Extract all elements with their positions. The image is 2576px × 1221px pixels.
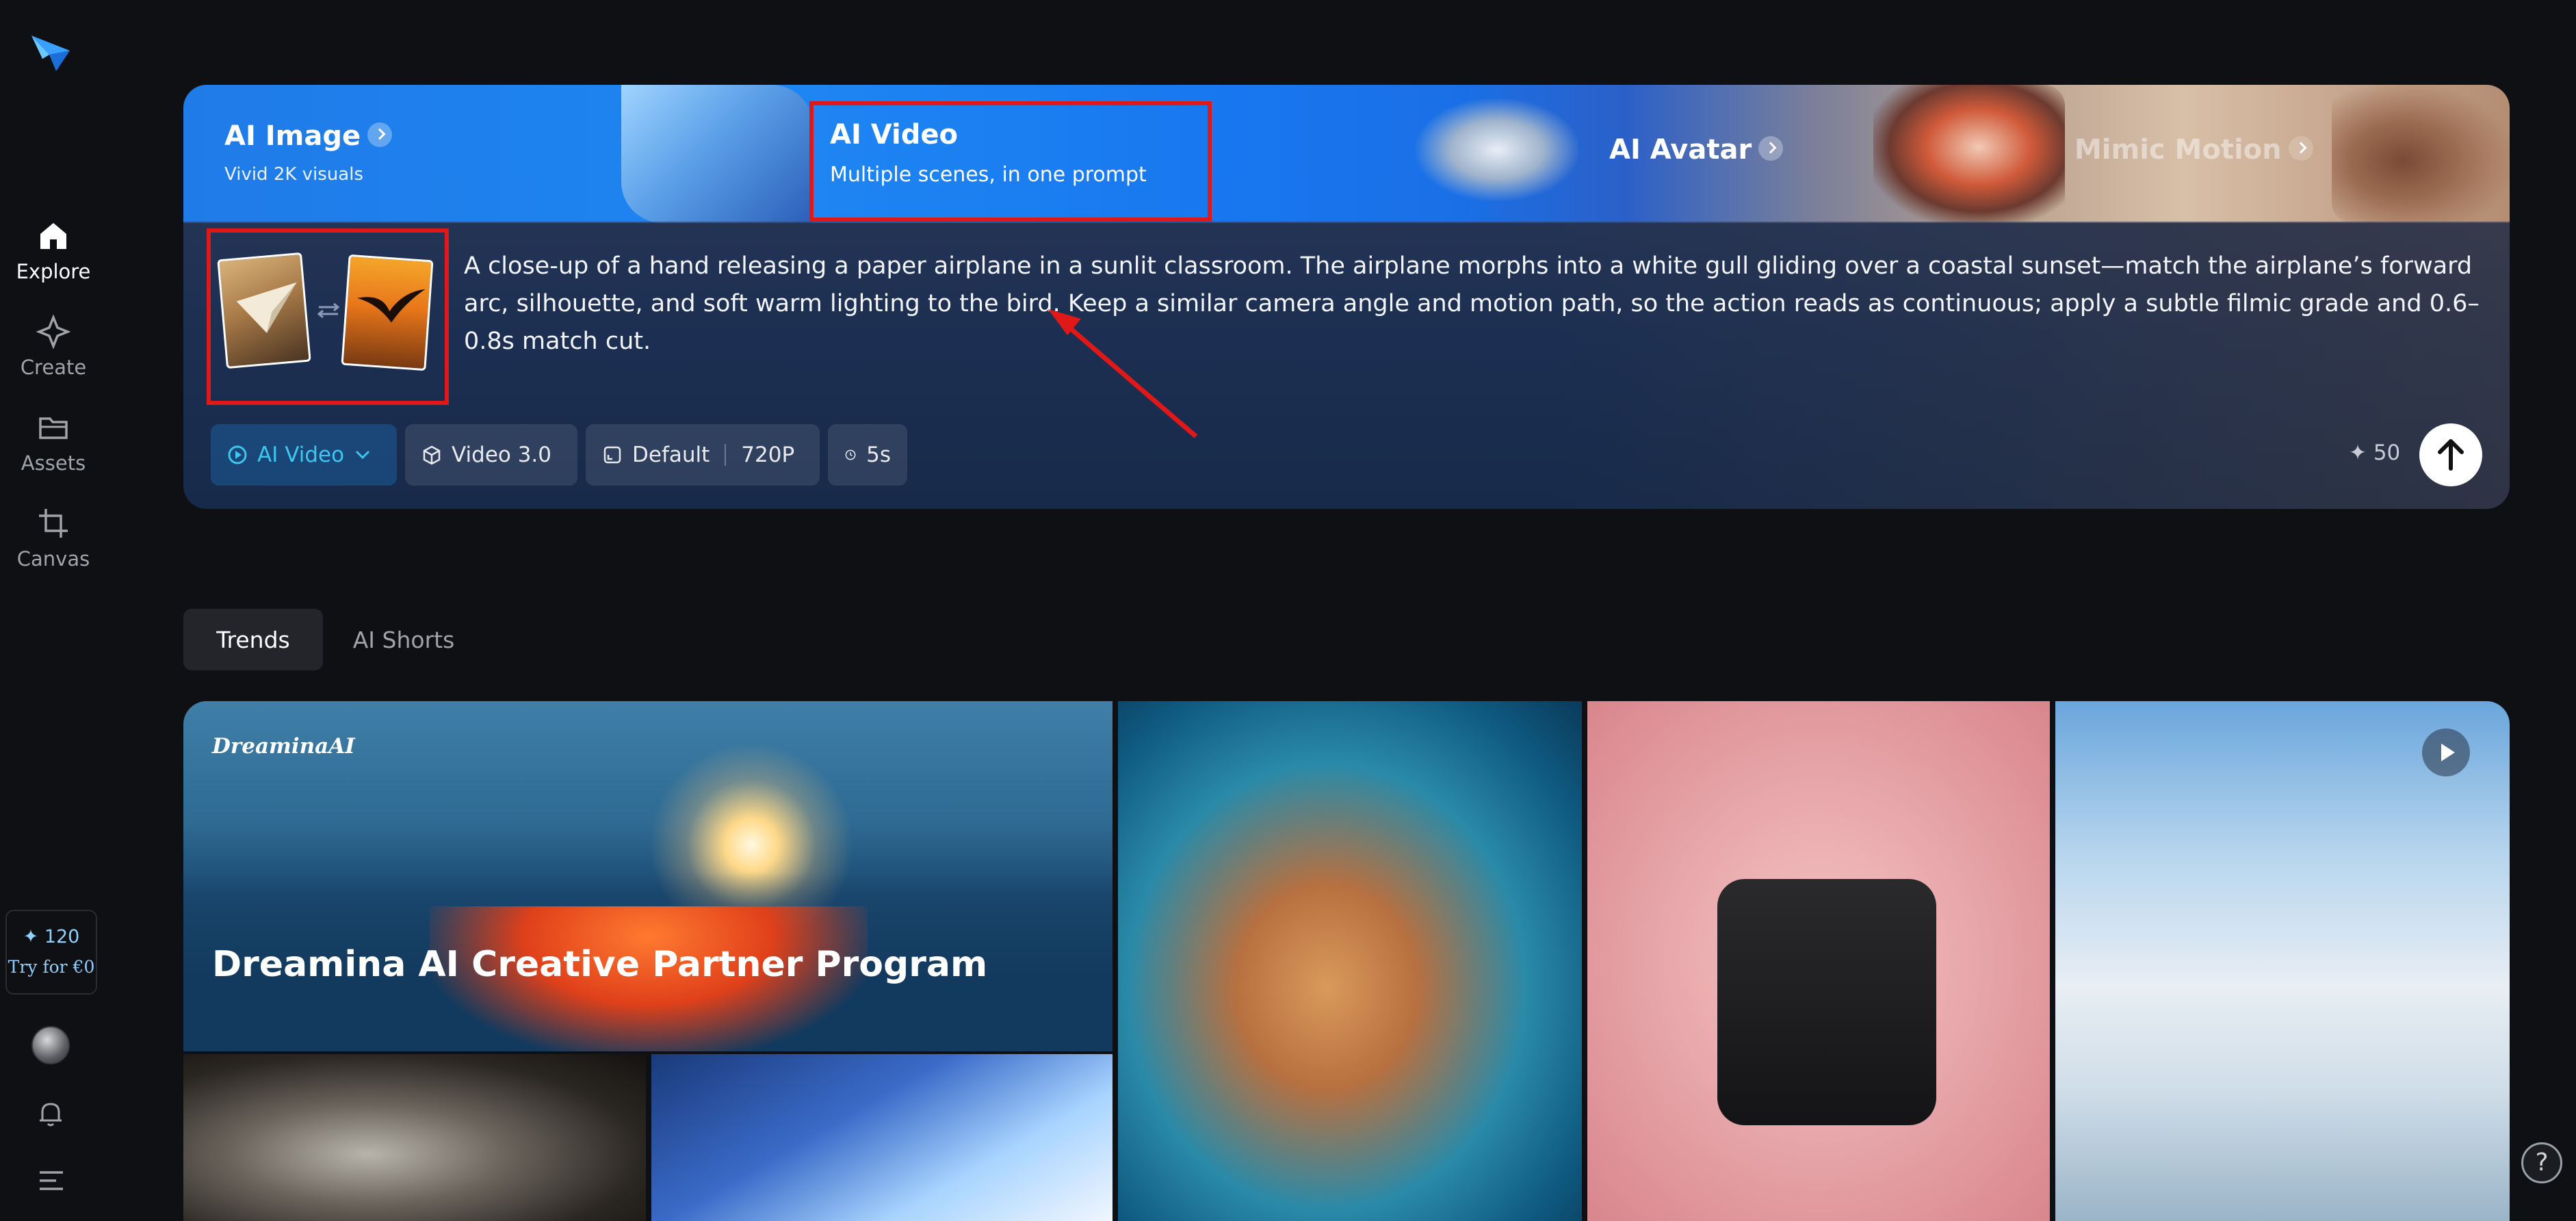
gallery-item-polar-bear[interactable] [651,1054,1113,1221]
duration-label: 5s [866,443,891,467]
try-free-link[interactable]: Try for €0 [7,957,96,977]
mimic-motion-image [2332,85,2510,223]
tab-title: Mimic Motion [2074,134,2282,166]
resolution-label: 720P [741,443,795,467]
video-mode-icon [228,445,247,464]
tab-subtitle: Vivid 2K visuals [224,164,364,185]
avatar-character-image [1873,85,2065,223]
cube-icon [423,445,441,465]
chevron-right-icon [2288,136,2313,161]
gallery-item-statue[interactable] [183,1054,646,1221]
highlight-box-ai-video-tab [809,101,1212,222]
ratio-label: Default [632,443,710,467]
chevron-right-icon [367,122,393,147]
generate-button[interactable] [2419,423,2482,486]
mode-select-label: AI Video [257,443,345,467]
sidebar-item-label: Assets [21,451,86,475]
aspect-ratio-icon [603,446,621,464]
brand-logo-text: DreaminaAI [212,734,355,759]
duration-select[interactable]: 5s [828,424,907,486]
gallery-item-underwater-island[interactable] [1118,701,1582,1221]
sidebar-item-label: Explore [16,260,91,283]
sidebar-item-canvas[interactable]: Canvas [0,506,107,570]
tab-ai-shorts[interactable]: AI Shorts [334,609,473,670]
sidebar-item-label: Canvas [16,547,90,570]
menu-icon[interactable] [36,1167,67,1194]
chevron-right-icon [1758,136,1784,161]
sidebar-item-label: Create [20,356,87,379]
chevron-down-icon [356,450,370,460]
dreamina-logo[interactable] [29,31,73,75]
gallery-item-paraglider[interactable] [2055,701,2510,1221]
prompt-text[interactable]: A close-up of a hand releasing a paper a… [464,248,2482,360]
mode-select[interactable]: AI Video [211,424,397,486]
promo-banner[interactable]: DreaminaAI Dreamina AI Creative Partner … [183,701,1113,1051]
tab-ai-image[interactable]: AI Image Vivid 2K visuals [224,120,393,185]
trends-gallery: DreaminaAI Dreamina AI Creative Partner … [183,701,2510,1221]
home-icon [40,223,66,249]
arrow-up-icon [2438,439,2464,471]
sidebar: Explore Create Assets Canvas ✦ 120 Try f… [0,0,107,1221]
model-select-label: Video 3.0 [452,443,552,467]
sidebar-item-assets[interactable]: Assets [0,410,107,475]
folder-icon [39,417,68,439]
clock-icon [845,449,856,460]
credits-amount: ✦ 120 [23,926,80,947]
play-button[interactable] [2422,728,2470,776]
help-button[interactable]: ? [2521,1142,2562,1183]
model-select[interactable]: Video 3.0 [405,424,577,486]
crop-icon [39,509,68,538]
play-icon [2441,744,2455,761]
avatar[interactable] [31,1026,70,1064]
highlight-box-reference-images [207,228,449,405]
ratio-resolution-select[interactable]: Default 720P [586,424,820,486]
sparkle-icon [36,315,70,349]
whale-card-image [621,85,813,223]
jet-image [1415,99,1579,201]
gallery-item-protein-jar[interactable] [1587,701,2050,1221]
jar-image [1717,879,1936,1125]
tab-trends[interactable]: Trends [183,609,323,670]
tab-title: AI Avatar [1609,134,1752,166]
credit-cost: ✦ 50 [2349,441,2401,465]
divider [725,444,727,466]
credits-box[interactable]: ✦ 120 Try for €0 [5,910,97,995]
sidebar-item-explore[interactable]: Explore [0,219,107,283]
tab-mimic-motion[interactable]: Mimic Motion [2074,134,2313,166]
hero-panel: AI Image Vivid 2K visuals AI Video Multi… [183,85,2510,509]
bell-icon[interactable] [34,1097,67,1130]
tab-ai-avatar[interactable]: AI Avatar [1609,134,1784,166]
promo-title: Dreamina AI Creative Partner Program [212,944,988,985]
sidebar-item-create[interactable]: Create [0,315,107,379]
tab-title: AI Image [224,120,361,152]
